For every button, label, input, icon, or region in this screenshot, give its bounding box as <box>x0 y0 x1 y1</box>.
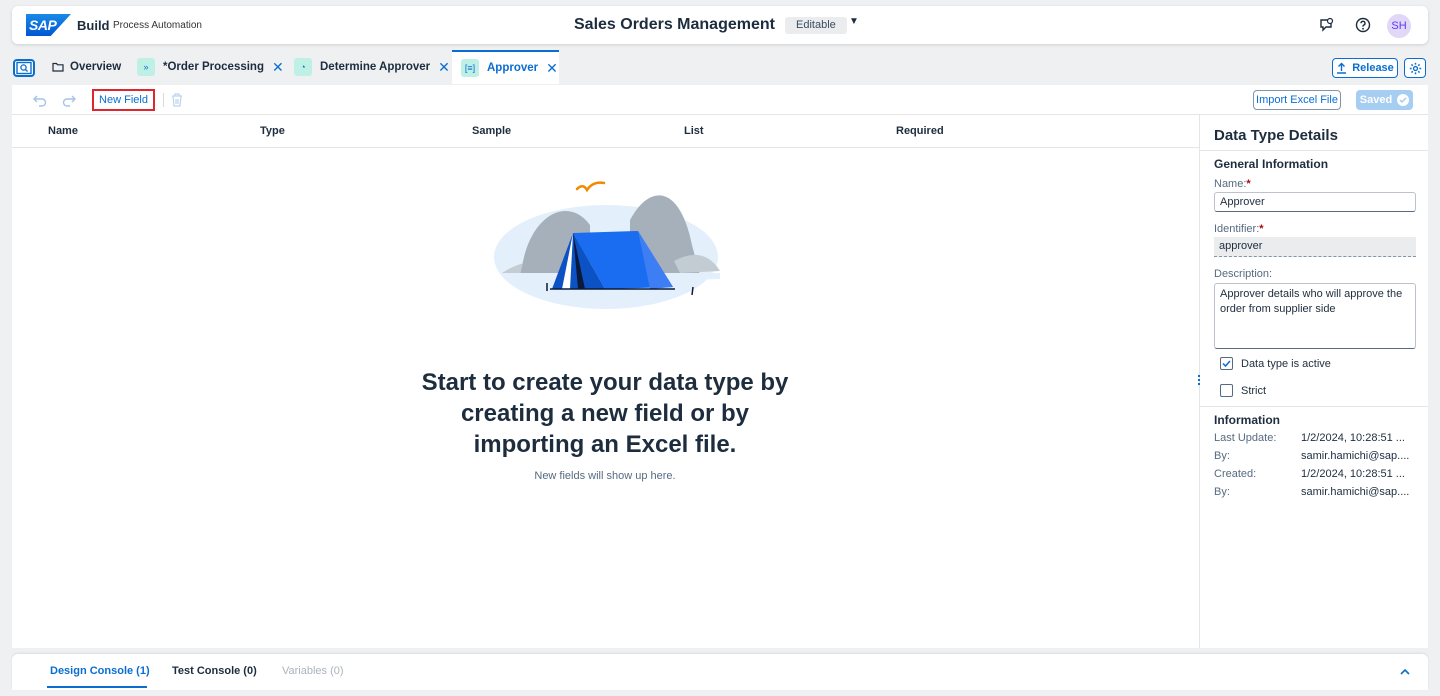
divider <box>1200 406 1428 407</box>
tab-label: *Order Processing <box>163 61 264 73</box>
editor-tabstrip: Overview » *Order Processing ✕ ◔ Determi… <box>0 50 1440 84</box>
help-icon[interactable] <box>1355 17 1371 33</box>
redo-icon[interactable] <box>61 92 77 108</box>
saved-button[interactable]: Saved <box>1356 90 1413 110</box>
feedback-icon[interactable] <box>1319 17 1335 33</box>
active-checkbox[interactable]: Data type is active <box>1220 357 1331 370</box>
tent-illustration <box>494 181 720 309</box>
import-excel-button[interactable]: Import Excel File <box>1253 90 1341 110</box>
saved-label: Saved <box>1359 94 1393 106</box>
info-row-last-update: Last Update: 1/2/2024, 10:28:51 ... <box>1214 432 1414 444</box>
gear-icon <box>1409 62 1421 74</box>
settings-button[interactable] <box>1404 58 1426 78</box>
info-row-created: Created: 1/2/2024, 10:28:51 ... <box>1214 468 1414 480</box>
checkbox-unchecked-icon[interactable] <box>1220 384 1233 397</box>
info-value: samir.hamichi@sap.... <box>1301 450 1410 462</box>
fields-table-header: Name Type Sample List Required <box>12 115 1199 148</box>
general-information-heading: General Information <box>1214 157 1329 171</box>
tab-label: Determine Approver <box>320 61 431 73</box>
info-value: samir.hamichi@sap.... <box>1301 486 1410 498</box>
new-field-button[interactable]: New Field <box>92 89 155 111</box>
active-tab-indicator <box>47 686 147 688</box>
strict-checkbox[interactable]: Strict <box>1220 384 1266 397</box>
data-type-icon: [≡] <box>461 59 479 77</box>
column-header-name[interactable]: Name <box>48 125 78 137</box>
process-icon: » <box>137 58 155 76</box>
details-title: Data Type Details <box>1214 127 1338 144</box>
description-label: Description: <box>1214 268 1273 280</box>
name-input[interactable]: Approver <box>1214 192 1416 212</box>
console-panel: Design Console (1) Test Console (0) Vari… <box>12 654 1428 690</box>
status-badge[interactable]: Editable <box>785 17 847 34</box>
tab-label: Approver <box>487 62 539 74</box>
folder-icon <box>52 62 64 72</box>
checkbox-checked-icon[interactable] <box>1220 357 1233 370</box>
tab-test-console[interactable]: Test Console (0) <box>172 665 257 677</box>
tab-overview[interactable]: Overview <box>52 50 121 84</box>
column-header-sample[interactable]: Sample <box>472 125 511 137</box>
strict-checkbox-label: Strict <box>1241 384 1267 397</box>
search-panel-icon <box>16 61 32 75</box>
description-textarea[interactable]: Approver details who will approve the or… <box>1214 283 1416 349</box>
info-value: 1/2/2024, 10:28:51 ... <box>1301 468 1405 480</box>
editor-toolbar: New Field Import Excel File Saved <box>12 85 1428 115</box>
info-label: Created: <box>1214 468 1257 480</box>
active-checkbox-label: Data type is active <box>1241 357 1331 370</box>
column-header-type[interactable]: Type <box>260 125 285 137</box>
identifier-label: Identifier:* <box>1214 223 1264 235</box>
checkmark-icon <box>1397 94 1410 106</box>
product-name: Build <box>77 18 110 33</box>
info-value: 1/2/2024, 10:28:51 ... <box>1301 432 1405 444</box>
product-subtitle: Process Automation <box>113 20 202 31</box>
navigator-toggle-button[interactable] <box>13 59 35 77</box>
identifier-field: approver <box>1214 237 1416 257</box>
status-dropdown-icon[interactable]: ▼ <box>849 16 859 27</box>
shell-bar: SAP Build Process Automation Sales Order… <box>12 6 1428 44</box>
info-label: Last Update: <box>1214 432 1277 444</box>
release-button[interactable]: Release <box>1332 58 1398 78</box>
close-icon[interactable]: ✕ <box>272 60 284 74</box>
info-label: By: <box>1214 486 1230 498</box>
empty-state-subtitle: New fields will show up here. <box>534 470 676 482</box>
sap-logo[interactable]: SAP <box>26 14 71 36</box>
column-header-list[interactable]: List <box>684 125 704 137</box>
tab-design-console[interactable]: Design Console (1) <box>50 665 150 677</box>
tab-order-processing[interactable]: » *Order Processing ✕ <box>137 50 284 84</box>
info-label: By: <box>1214 450 1230 462</box>
project-title: Sales Orders Management <box>574 16 775 33</box>
name-label: Name:* <box>1214 178 1251 190</box>
info-row-updated-by: By: samir.hamichi@sap.... <box>1214 450 1414 462</box>
release-label: Release <box>1352 62 1394 74</box>
empty-state-title: Start to create your data type by creati… <box>421 369 789 458</box>
info-row-created-by: By: samir.hamichi@sap.... <box>1214 486 1414 498</box>
tab-label: Overview <box>70 61 122 73</box>
data-type-editor: New Field Import Excel File Saved Name T… <box>12 85 1428 648</box>
column-header-required[interactable]: Required <box>896 125 944 137</box>
sap-logo-text: SAP <box>29 17 57 33</box>
tab-approver[interactable]: [≡] Approver ✕ <box>452 50 559 84</box>
toolbar-separator <box>163 93 164 107</box>
data-type-details-panel: Data Type Details General Information Na… <box>1200 115 1428 648</box>
delete-icon[interactable] <box>170 92 184 108</box>
upload-icon <box>1337 62 1347 74</box>
tab-variables[interactable]: Variables (0) <box>282 665 344 677</box>
undo-icon[interactable] <box>32 92 48 108</box>
close-icon[interactable]: ✕ <box>546 61 558 75</box>
information-heading: Information <box>1214 413 1280 427</box>
close-icon[interactable]: ✕ <box>438 60 450 74</box>
user-avatar[interactable]: SH <box>1387 14 1411 38</box>
chevron-up-icon[interactable] <box>1398 665 1412 679</box>
divider <box>1200 150 1428 151</box>
decision-icon: ◔ <box>294 58 312 76</box>
tab-determine-approver[interactable]: ◔ Determine Approver ✕ <box>294 50 450 84</box>
